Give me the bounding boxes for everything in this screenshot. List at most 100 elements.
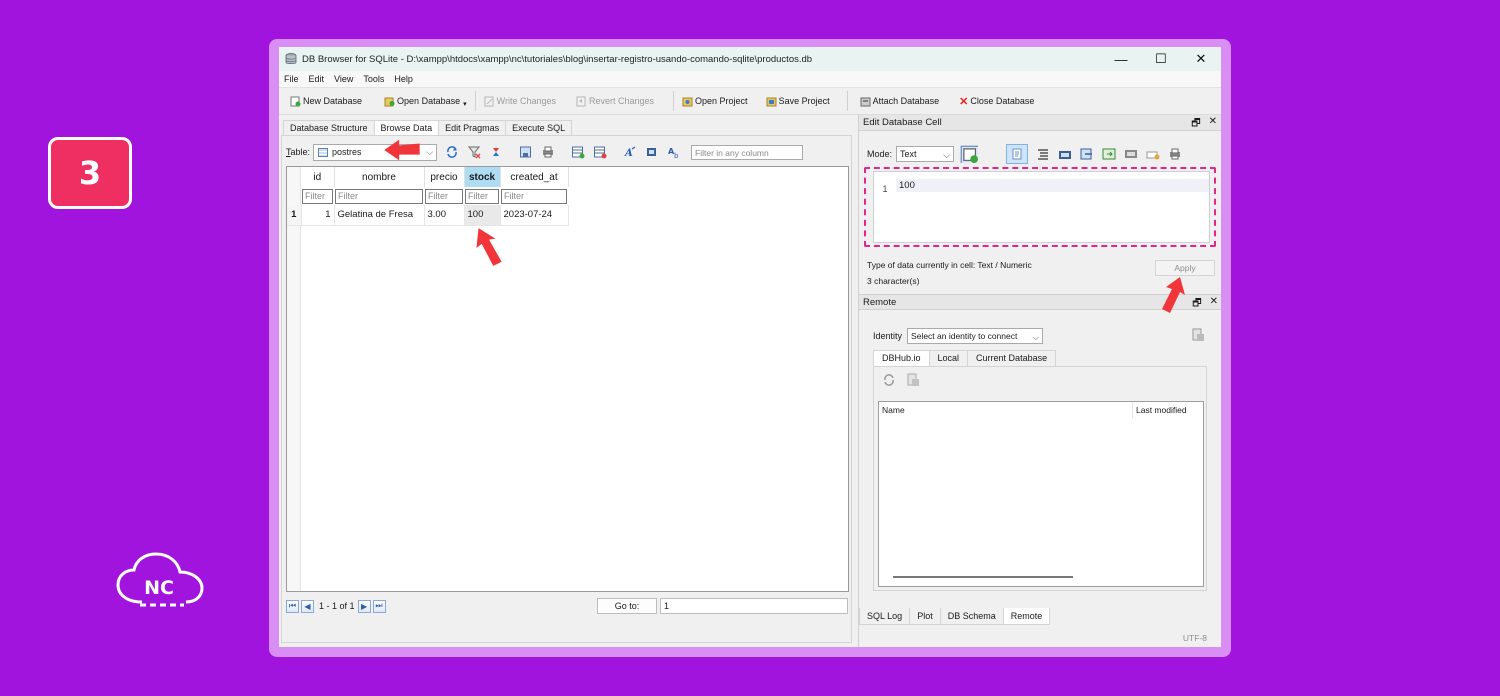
new-database-button[interactable]: New Database: [285, 91, 367, 111]
attach-database-button[interactable]: Attach Database: [855, 91, 945, 111]
filter-any-column-input[interactable]: Filter in any column: [691, 144, 804, 160]
close-database-label: Close Database: [970, 96, 1035, 106]
menu-edit[interactable]: Edit: [304, 74, 330, 84]
cell-info: Type of data currently in cell: Text / N…: [867, 257, 1032, 289]
cell-created-at[interactable]: 2023-07-24: [500, 205, 569, 226]
print-cell-icon[interactable]: [1168, 147, 1182, 161]
column-header-stock[interactable]: stock: [464, 167, 501, 187]
next-record-button[interactable]: ▶: [357, 599, 371, 613]
clear-filters-icon[interactable]: [467, 145, 481, 159]
text-indent-icon[interactable]: [1036, 147, 1050, 161]
filter-input-precio[interactable]: Filter: [425, 188, 463, 204]
row-number[interactable]: 1: [287, 205, 302, 226]
find-replace-icon[interactable]: Ab: [667, 145, 681, 159]
maximize-button[interactable]: ☐: [1141, 47, 1181, 71]
column-header-id[interactable]: id: [301, 167, 335, 187]
minimize-button[interactable]: —: [1101, 47, 1141, 71]
tab-execute-sql[interactable]: Execute SQL: [505, 120, 573, 135]
close-dock-icon[interactable]: ✕: [1210, 296, 1218, 313]
column-header-precio[interactable]: precio: [424, 167, 465, 187]
text-format-icon[interactable]: A: [623, 145, 637, 159]
title-bar: DB Browser for SQLite - D:\xampp\htdocs\…: [279, 47, 1221, 71]
tab-sql-log[interactable]: SQL Log: [859, 608, 911, 625]
erase-cell-icon[interactable]: [1146, 147, 1160, 161]
export-file-icon[interactable]: [1080, 147, 1094, 161]
cell-stock[interactable]: 100: [464, 205, 501, 226]
remote-file-list: Name Last modified: [878, 401, 1204, 587]
cell-precio[interactable]: 3.00: [424, 205, 465, 226]
menu-tools[interactable]: Tools: [358, 74, 389, 84]
delete-record-icon[interactable]: [593, 145, 607, 159]
menu-file[interactable]: File: [279, 74, 304, 84]
word-wrap-toggle[interactable]: [1006, 144, 1029, 164]
identity-label: Identity: [873, 331, 903, 341]
close-database-button[interactable]: ✕ Close Database: [954, 91, 1039, 111]
filter-corner: [287, 187, 301, 205]
identity-select-value: Select an identity to connect: [911, 331, 1018, 341]
set-null-icon[interactable]: [1102, 147, 1116, 161]
auto-format-icon[interactable]: [960, 145, 979, 163]
tab-local[interactable]: Local: [928, 350, 969, 366]
menu-view[interactable]: View: [329, 74, 358, 84]
identity-select[interactable]: Select an identity to connect ⌵: [907, 328, 1044, 344]
open-database-dropdown-icon[interactable]: ▾: [463, 100, 467, 108]
goto-input[interactable]: 1: [660, 598, 848, 614]
open-in-editor-icon[interactable]: [1124, 147, 1138, 161]
filter-input-nombre[interactable]: Filter: [335, 188, 423, 204]
sort-icon[interactable]: [489, 145, 503, 159]
close-dock-icon[interactable]: ✕: [1209, 116, 1217, 133]
find-icon[interactable]: [645, 145, 659, 159]
tab-remote[interactable]: Remote: [1002, 608, 1051, 625]
close-window-button[interactable]: ✕: [1181, 47, 1221, 71]
first-record-button[interactable]: ⏮: [286, 599, 299, 613]
column-header-created-at[interactable]: created_at: [500, 167, 569, 187]
float-dock-icon[interactable]: 🗗: [1192, 296, 1201, 313]
column-header-name[interactable]: Name: [879, 402, 1133, 418]
mode-select-value: Text: [900, 149, 917, 159]
row-header-column: [287, 167, 301, 591]
menu-help[interactable]: Help: [389, 74, 418, 84]
open-database-button[interactable]: Open Database ▾: [379, 91, 472, 111]
filter-input-stock[interactable]: Filter: [465, 188, 499, 204]
tab-database-structure[interactable]: Database Structure: [283, 120, 375, 135]
filter-input-created-at[interactable]: Filter: [501, 188, 567, 204]
insert-record-icon[interactable]: [571, 145, 585, 159]
refresh-icon[interactable]: [445, 145, 459, 159]
highlight-box: [864, 167, 1216, 247]
goto-button[interactable]: Go to:: [597, 598, 657, 614]
save-project-button[interactable]: Save Project: [761, 91, 835, 111]
revert-changes-button[interactable]: Revert Changes: [571, 91, 659, 111]
table-row[interactable]: 1 1 Gelatina de Fresa 3.00 100 2023-07-2…: [287, 205, 569, 226]
float-dock-icon[interactable]: 🗗: [1191, 116, 1200, 133]
record-navigation: ⏮ ◀ 1 - 1 of 1 ▶ ⏭ Go to: 1: [286, 596, 849, 616]
tab-current-database[interactable]: Current Database: [967, 350, 1057, 366]
import-file-icon[interactable]: [1058, 147, 1072, 161]
tab-db-schema[interactable]: DB Schema: [939, 608, 1004, 625]
refresh-remote-icon[interactable]: [882, 373, 896, 387]
column-header-nombre[interactable]: nombre: [334, 167, 425, 187]
cell-nombre[interactable]: Gelatina de Fresa: [334, 205, 425, 226]
mode-label: Mode:: [867, 149, 893, 159]
write-changes-icon: [484, 96, 494, 106]
tab-plot[interactable]: Plot: [909, 608, 941, 625]
tab-browse-data[interactable]: Browse Data: [373, 120, 440, 135]
cell-id[interactable]: 1: [301, 205, 335, 226]
clone-database-icon[interactable]: [906, 373, 920, 387]
tab-edit-pragmas[interactable]: Edit Pragmas: [438, 120, 507, 135]
open-project-button[interactable]: Open Project: [677, 91, 753, 111]
open-database-label: Open Database: [397, 96, 461, 106]
open-project-icon: [682, 97, 693, 106]
column-header-last-modified[interactable]: Last modified: [1133, 402, 1187, 418]
mode-select[interactable]: Text ⌵: [896, 146, 955, 162]
previous-record-button[interactable]: ◀: [301, 599, 314, 613]
print-icon[interactable]: [541, 145, 555, 159]
browse-data-panel: Table: postres ⌵ A Ab Filter in any colu…: [281, 135, 852, 643]
last-record-button[interactable]: ⏭: [372, 599, 386, 613]
write-changes-button[interactable]: Write Changes: [479, 91, 561, 111]
filter-input-id[interactable]: Filter: [302, 188, 333, 204]
save-table-icon[interactable]: [519, 145, 533, 159]
identity-settings-icon[interactable]: [1191, 328, 1205, 342]
horizontal-scrollbar[interactable]: [893, 576, 1073, 578]
encoding-status: UTF-8: [1182, 633, 1207, 643]
tab-dbhub[interactable]: DBHub.io: [873, 350, 930, 366]
